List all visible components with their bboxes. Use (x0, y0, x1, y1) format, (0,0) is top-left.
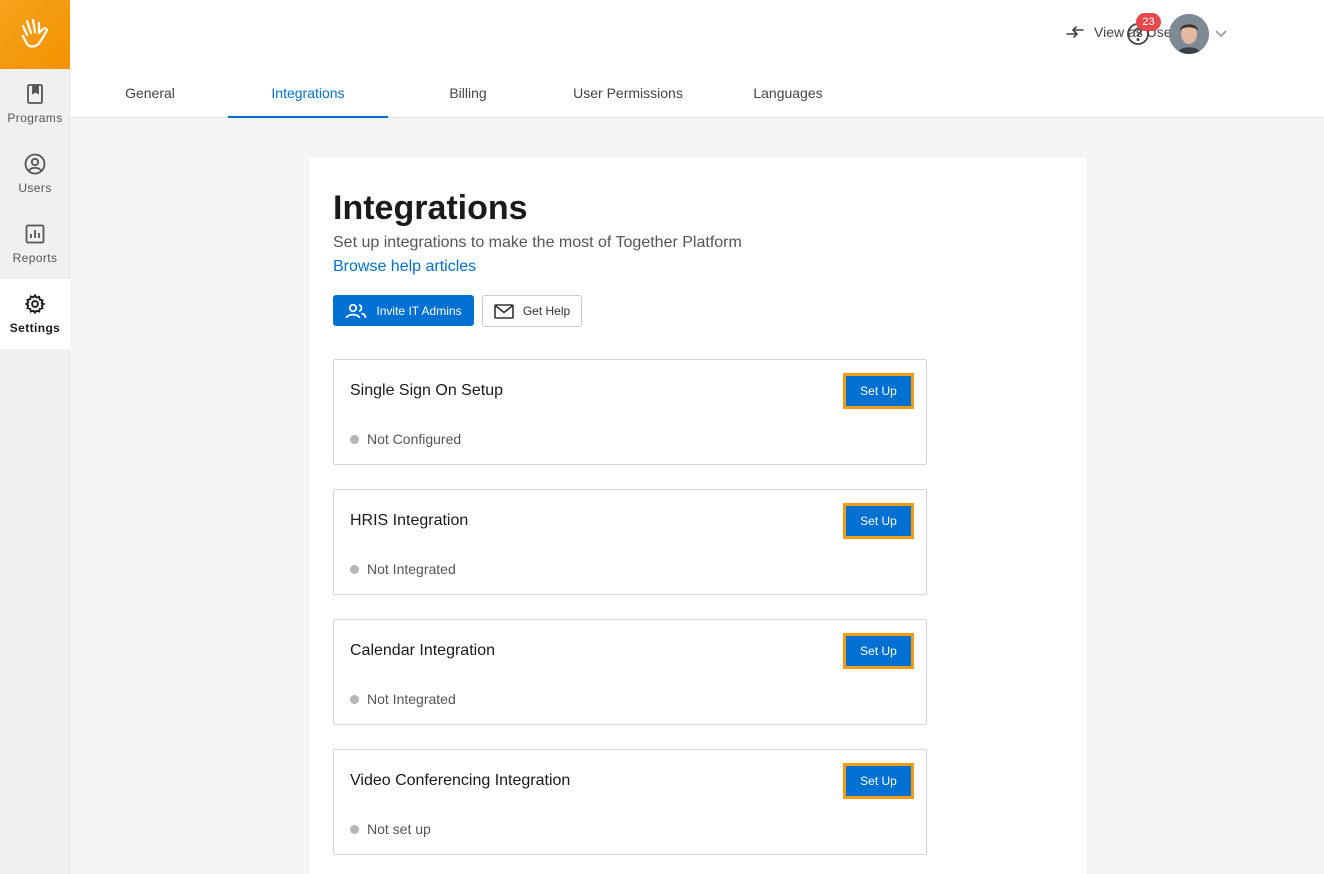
page-title: Integrations (333, 189, 528, 227)
together-logo[interactable] (0, 0, 70, 69)
user-circle-icon (24, 153, 46, 175)
sidebar-item-users[interactable]: Users (0, 139, 70, 209)
invite-it-admins-button[interactable]: Invite IT Admins (333, 295, 474, 326)
switch-arrows-icon (1066, 26, 1084, 38)
sidebar-item-label: Programs (7, 111, 63, 125)
integration-status: Not set up (350, 821, 431, 837)
integrations-panel: Integrations Set up integrations to make… (309, 157, 1087, 874)
browse-help-articles-link[interactable]: Browse help articles (333, 258, 476, 276)
users-icon (346, 303, 367, 318)
integration-title: Calendar Integration (350, 642, 495, 659)
integration-card-calendar: Calendar Integration Set Up Not Integrat… (333, 619, 927, 725)
integration-status-label: Not Integrated (367, 561, 456, 577)
avatar[interactable] (1169, 14, 1209, 54)
integration-title: Video Conferencing Integration (350, 772, 571, 789)
tab-integrations[interactable]: Integrations (228, 69, 388, 118)
page-subtitle: Set up integrations to make the most of … (333, 234, 742, 251)
integration-status-label: Not set up (367, 821, 431, 837)
calendar-set-up-button[interactable]: Set Up (843, 633, 914, 669)
sidebar-item-label: Users (18, 181, 52, 195)
sidebar: Programs Users Reports Settings (0, 0, 70, 874)
get-help-button[interactable]: Get Help (482, 295, 582, 327)
status-dot-icon (350, 694, 359, 704)
hris-set-up-button[interactable]: Set Up (843, 503, 914, 539)
user-avatar-image (1169, 14, 1209, 54)
tab-billing[interactable]: Billing (388, 69, 548, 117)
book-icon (24, 83, 46, 105)
integration-title: HRIS Integration (350, 512, 469, 529)
gear-icon (24, 293, 46, 315)
video-conferencing-set-up-button[interactable]: Set Up (843, 763, 914, 799)
status-dot-icon (350, 824, 359, 834)
integration-status: Not Integrated (350, 561, 456, 577)
integration-card-video-conferencing: Video Conferencing Integration Set Up No… (333, 749, 927, 855)
bar-chart-icon (24, 223, 46, 245)
sidebar-item-label: Reports (12, 251, 58, 265)
tab-user-permissions[interactable]: User Permissions (548, 69, 708, 117)
sidebar-item-settings[interactable]: Settings (0, 279, 70, 349)
integration-status: Not Integrated (350, 691, 456, 707)
integration-status: Not Configured (350, 431, 461, 447)
sso-set-up-button[interactable]: Set Up (843, 373, 914, 409)
waving-hand-icon (21, 18, 48, 48)
settings-tabs: General Integrations Billing User Permis… (70, 69, 1324, 118)
mail-icon (494, 303, 514, 319)
account-menu-chevron[interactable] (1214, 26, 1228, 44)
integration-title: Single Sign On Setup (350, 382, 503, 399)
integration-status-label: Not Configured (367, 431, 462, 447)
tab-languages[interactable]: Languages (708, 69, 868, 117)
status-dot-icon (350, 434, 359, 444)
sidebar-item-reports[interactable]: Reports (0, 209, 70, 279)
notification-badge: 23 (1136, 13, 1161, 31)
sidebar-item-label: Settings (9, 321, 61, 335)
invite-it-admins-label: Invite IT Admins (376, 303, 462, 318)
chevron-down-icon (1215, 30, 1227, 38)
integration-card-sso: Single Sign On Setup Set Up Not Configur… (333, 359, 927, 465)
integration-card-hris: HRIS Integration Set Up Not Integrated (333, 489, 927, 595)
sidebar-item-programs[interactable]: Programs (0, 69, 70, 139)
tab-general[interactable]: General (70, 69, 230, 117)
get-help-label: Get Help (522, 304, 571, 318)
status-dot-icon (350, 564, 359, 574)
integration-status-label: Not Integrated (367, 691, 456, 707)
